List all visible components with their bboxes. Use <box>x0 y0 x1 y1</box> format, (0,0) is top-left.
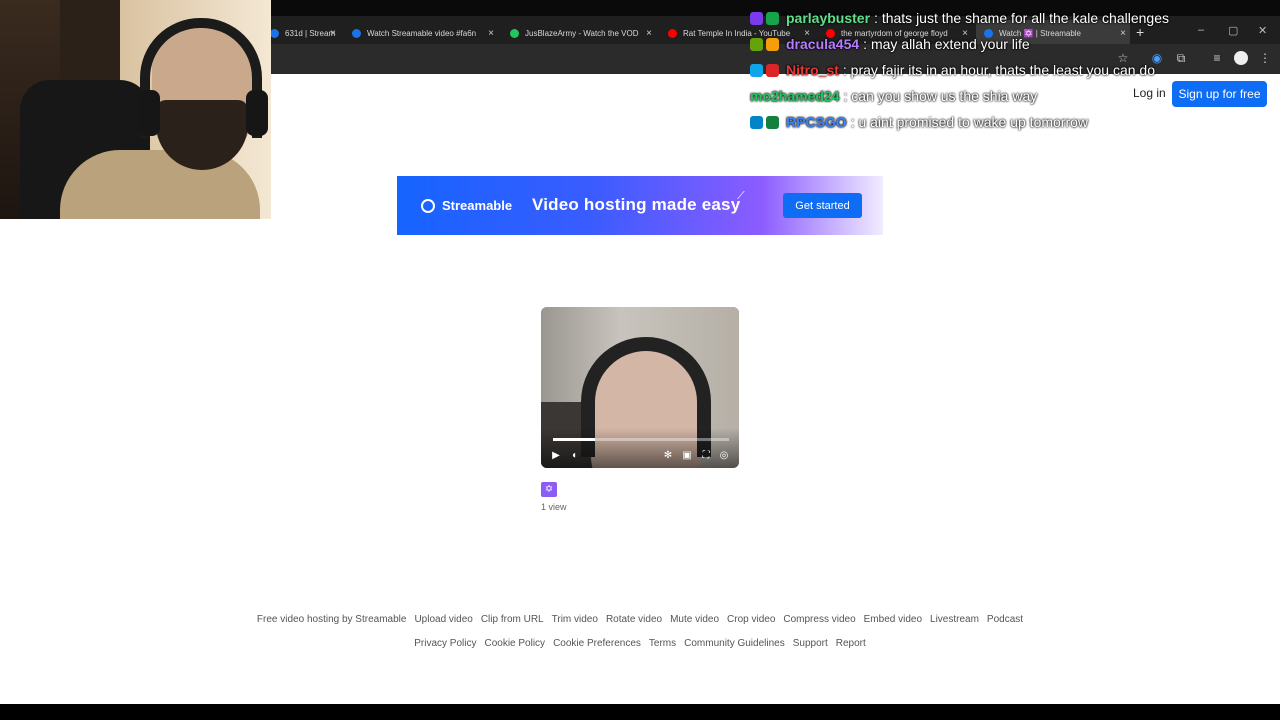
footer-link[interactable]: Rotate video <box>606 614 662 625</box>
footer-links-primary: Free video hosting by Streamable Upload v… <box>0 614 1280 625</box>
chat-text: : can you show us the shia way <box>843 88 1038 104</box>
tab-close-icon[interactable]: × <box>646 28 652 39</box>
maximize-icon[interactable]: ▢ <box>1228 24 1238 37</box>
footer-link[interactable]: Livestream <box>930 614 979 625</box>
footer-link[interactable]: Upload video <box>414 614 472 625</box>
banner-brand: Streamable <box>442 198 513 213</box>
promo-banner[interactable]: Streamable Video hosting made easy ⟋ Get… <box>397 176 883 235</box>
tab-close-icon[interactable]: × <box>1120 28 1126 39</box>
settings-gear-icon[interactable]: ✻ <box>662 450 674 462</box>
login-link[interactable]: Log in <box>1133 86 1166 100</box>
streamable-watermark-icon[interactable]: ◎ <box>718 450 730 462</box>
webcam-overlay <box>0 0 271 219</box>
footer-link[interactable]: Community Guidelines <box>684 638 785 649</box>
browser-tab[interactable]: 631d | Stream × <box>262 20 340 46</box>
browser-tab[interactable]: Watch Streamable video #fa6n × <box>344 20 498 46</box>
view-count: 1 view <box>541 502 567 512</box>
bottom-bar <box>0 704 1280 720</box>
chat-badge-icon <box>766 115 779 129</box>
extensions-icon[interactable]: ⧉ <box>1174 51 1188 65</box>
tab-close-icon[interactable]: × <box>330 28 336 39</box>
chat-text: : u aint promised to wake up tomorrow <box>850 114 1089 130</box>
chat-username: RPCSGO <box>786 114 847 130</box>
chat-username: dracula454 <box>786 36 860 52</box>
chat-badge-icon <box>766 63 779 77</box>
browser-tab[interactable]: JusBlazeArmy - Watch the VOD × <box>502 20 656 46</box>
streamable-logo: Streamable <box>421 198 512 213</box>
chat-badge-icon <box>750 63 763 77</box>
chat-badge-icon <box>766 37 779 51</box>
footer-link[interactable]: Clip from URL <box>481 614 544 625</box>
chat-badge-icon <box>766 11 779 25</box>
chat-badge-icon <box>750 11 763 25</box>
uploader-avatar[interactable]: ✡ <box>541 482 557 497</box>
footer-links-secondary: Privacy Policy Cookie Policy Cookie Prefer… <box>0 638 1280 649</box>
tab-favicon-icon <box>510 28 519 38</box>
chat-username: mo2hamed24 <box>750 88 840 104</box>
webcam-headphone-cup-left <box>138 90 160 136</box>
picture-in-picture-icon[interactable]: ▣ <box>681 450 693 462</box>
chat-message: RPCSGO: u aint promised to wake up tomor… <box>750 112 1088 132</box>
sparkle-icon: ⟋ <box>737 190 745 202</box>
tab-close-icon[interactable]: × <box>488 28 494 39</box>
streamable-logo-icon <box>421 198 435 213</box>
chat-message: mo2hamed24: can you show us the shia way <box>750 86 1037 106</box>
controls-gradient <box>541 428 739 468</box>
footer-link[interactable]: Support <box>793 638 828 649</box>
menu-icon[interactable]: ⋮ <box>1258 51 1272 65</box>
webcam-headphone-cup-right <box>246 90 268 136</box>
screen: 631d | Stream × Watch Streamable video #… <box>0 0 1280 720</box>
footer-link[interactable]: Privacy Policy <box>414 638 476 649</box>
footer-link[interactable]: Trim video <box>552 614 598 625</box>
footer-link[interactable]: Cookie Policy <box>484 638 545 649</box>
footer-link[interactable]: Crop video <box>727 614 775 625</box>
get-started-button[interactable]: Get started <box>783 193 862 218</box>
profile-avatar[interactable] <box>1234 51 1248 65</box>
progress-fill <box>553 438 596 441</box>
footer-link[interactable]: Embed video <box>864 614 922 625</box>
footer-link[interactable]: Report <box>836 638 866 649</box>
chat-username: Nitro_st <box>786 62 839 78</box>
chat-message: Nitro_st: pray fajir its in an hour, tha… <box>750 60 1155 80</box>
footer-link[interactable]: Compress video <box>783 614 855 625</box>
footer-link[interactable]: Terms <box>649 638 676 649</box>
tab-label: Watch Streamable video #fa6n <box>367 28 477 38</box>
chat-badge-icon <box>750 37 763 51</box>
chat-text: : may allah extend your life <box>863 36 1030 52</box>
chat-message: parlaybuster: thats just the shame for a… <box>750 8 1169 28</box>
play-icon[interactable]: ▶ <box>550 450 562 462</box>
tab-favicon-icon <box>668 28 677 38</box>
chat-badge-icon <box>750 115 763 129</box>
minimize-icon[interactable]: – <box>1198 24 1204 36</box>
footer-link[interactable]: Mute video <box>670 614 719 625</box>
footer-link[interactable]: Free video hosting by Streamable <box>257 614 407 625</box>
tab-label: JusBlazeArmy - Watch the VOD <box>525 28 639 38</box>
tab-favicon-icon <box>270 28 279 38</box>
chat-text: : thats just the shame for all the kale … <box>874 10 1169 26</box>
progress-track[interactable] <box>553 438 729 441</box>
chat-username: parlaybuster <box>786 10 871 26</box>
tab-label: 631d | Stream <box>285 28 336 38</box>
footer-link[interactable]: Cookie Preferences <box>553 638 641 649</box>
footer-link[interactable]: Podcast <box>987 614 1023 625</box>
chat-message: dracula454: may allah extend your life <box>750 34 1030 54</box>
window-close-icon[interactable]: ✕ <box>1258 24 1267 37</box>
volume-icon[interactable]: ◖ <box>568 450 580 462</box>
chat-text: : pray fajir its in an hour, thats the l… <box>842 62 1155 78</box>
banner-tagline: Video hosting made easy <box>532 195 741 214</box>
signup-button[interactable]: Sign up for free <box>1172 81 1267 107</box>
fullscreen-icon[interactable]: ⛶ <box>700 450 712 462</box>
video-player[interactable]: ▶ ◖ ✻ ▣ ⛶ ◎ <box>541 307 739 468</box>
media-control-icon[interactable]: ≡ <box>1210 51 1224 65</box>
tab-favicon-icon <box>352 28 361 38</box>
